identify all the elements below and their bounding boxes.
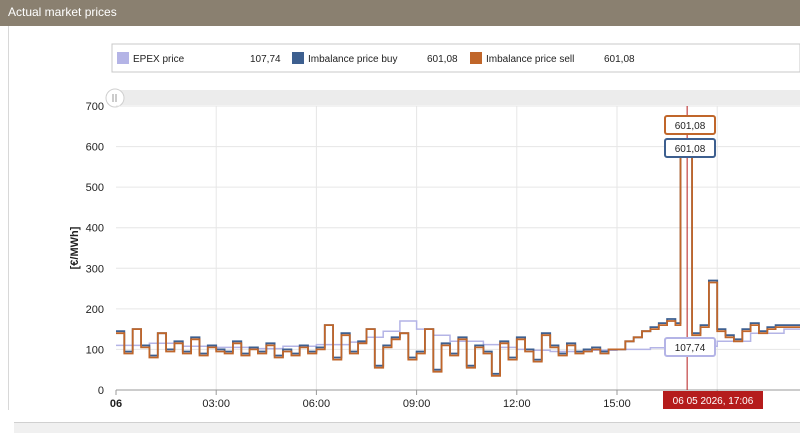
legend-label-epex: EPEX price bbox=[133, 54, 185, 65]
crosshair-time-value: 06 05 2026, 17:06 bbox=[673, 396, 754, 407]
x-axis-ticks: 0603:0006:0009:0012:0015:0018:00 bbox=[110, 390, 731, 410]
x-tick-label: 15:00 bbox=[603, 398, 631, 410]
x-tick-label: 09:00 bbox=[403, 398, 431, 410]
tooltip-sell-value: 601,08 bbox=[675, 121, 706, 132]
legend-value-sell: 601,08 bbox=[604, 54, 635, 65]
y-axis-label: [€/MWh] bbox=[69, 226, 81, 269]
legend-swatch-epex bbox=[117, 52, 129, 64]
tooltip-sell: 601,08 bbox=[664, 115, 716, 135]
y-tick-label: 600 bbox=[86, 142, 104, 154]
y-tick-label: 700 bbox=[86, 101, 104, 113]
crosshair-time-label: 06 05 2026, 17:06 bbox=[663, 391, 763, 409]
x-tick-label: 06 bbox=[110, 398, 122, 410]
legend-label-buy: Imbalance price buy bbox=[308, 54, 398, 65]
tooltip-epex: 107,74 bbox=[664, 337, 716, 357]
market-price-chart[interactable]: EPEX price 107,74 Imbalance price buy 60… bbox=[0, 0, 800, 432]
y-tick-label: 100 bbox=[86, 344, 104, 356]
y-tick-label: 300 bbox=[86, 263, 104, 275]
y-axis-ticks: 0 100 200 300 400 500 600 700 bbox=[86, 101, 104, 397]
navigator-handle[interactable] bbox=[105, 88, 125, 108]
legend: EPEX price 107,74 Imbalance price buy 60… bbox=[111, 43, 800, 73]
tooltip-buy-value: 601,08 bbox=[675, 144, 706, 155]
tooltip-epex-value: 107,74 bbox=[675, 343, 706, 354]
y-tick-label: 500 bbox=[86, 182, 104, 194]
legend-value-buy: 601,08 bbox=[427, 54, 458, 65]
y-tick-label: 200 bbox=[86, 304, 104, 316]
y-tick-label: 400 bbox=[86, 223, 104, 235]
y-tick-label: 0 bbox=[98, 385, 104, 397]
legend-swatch-sell bbox=[470, 52, 482, 64]
legend-swatch-buy bbox=[292, 52, 304, 64]
x-tick-label: 03:00 bbox=[202, 398, 230, 410]
x-tick-label: 06:00 bbox=[303, 398, 331, 410]
x-tick-label: 12:00 bbox=[503, 398, 531, 410]
tooltip-buy: 601,08 bbox=[664, 138, 716, 158]
legend-label-sell: Imbalance price sell bbox=[486, 54, 574, 65]
navigator-scrollbar[interactable] bbox=[116, 90, 800, 105]
legend-value-epex: 107,74 bbox=[250, 54, 281, 65]
